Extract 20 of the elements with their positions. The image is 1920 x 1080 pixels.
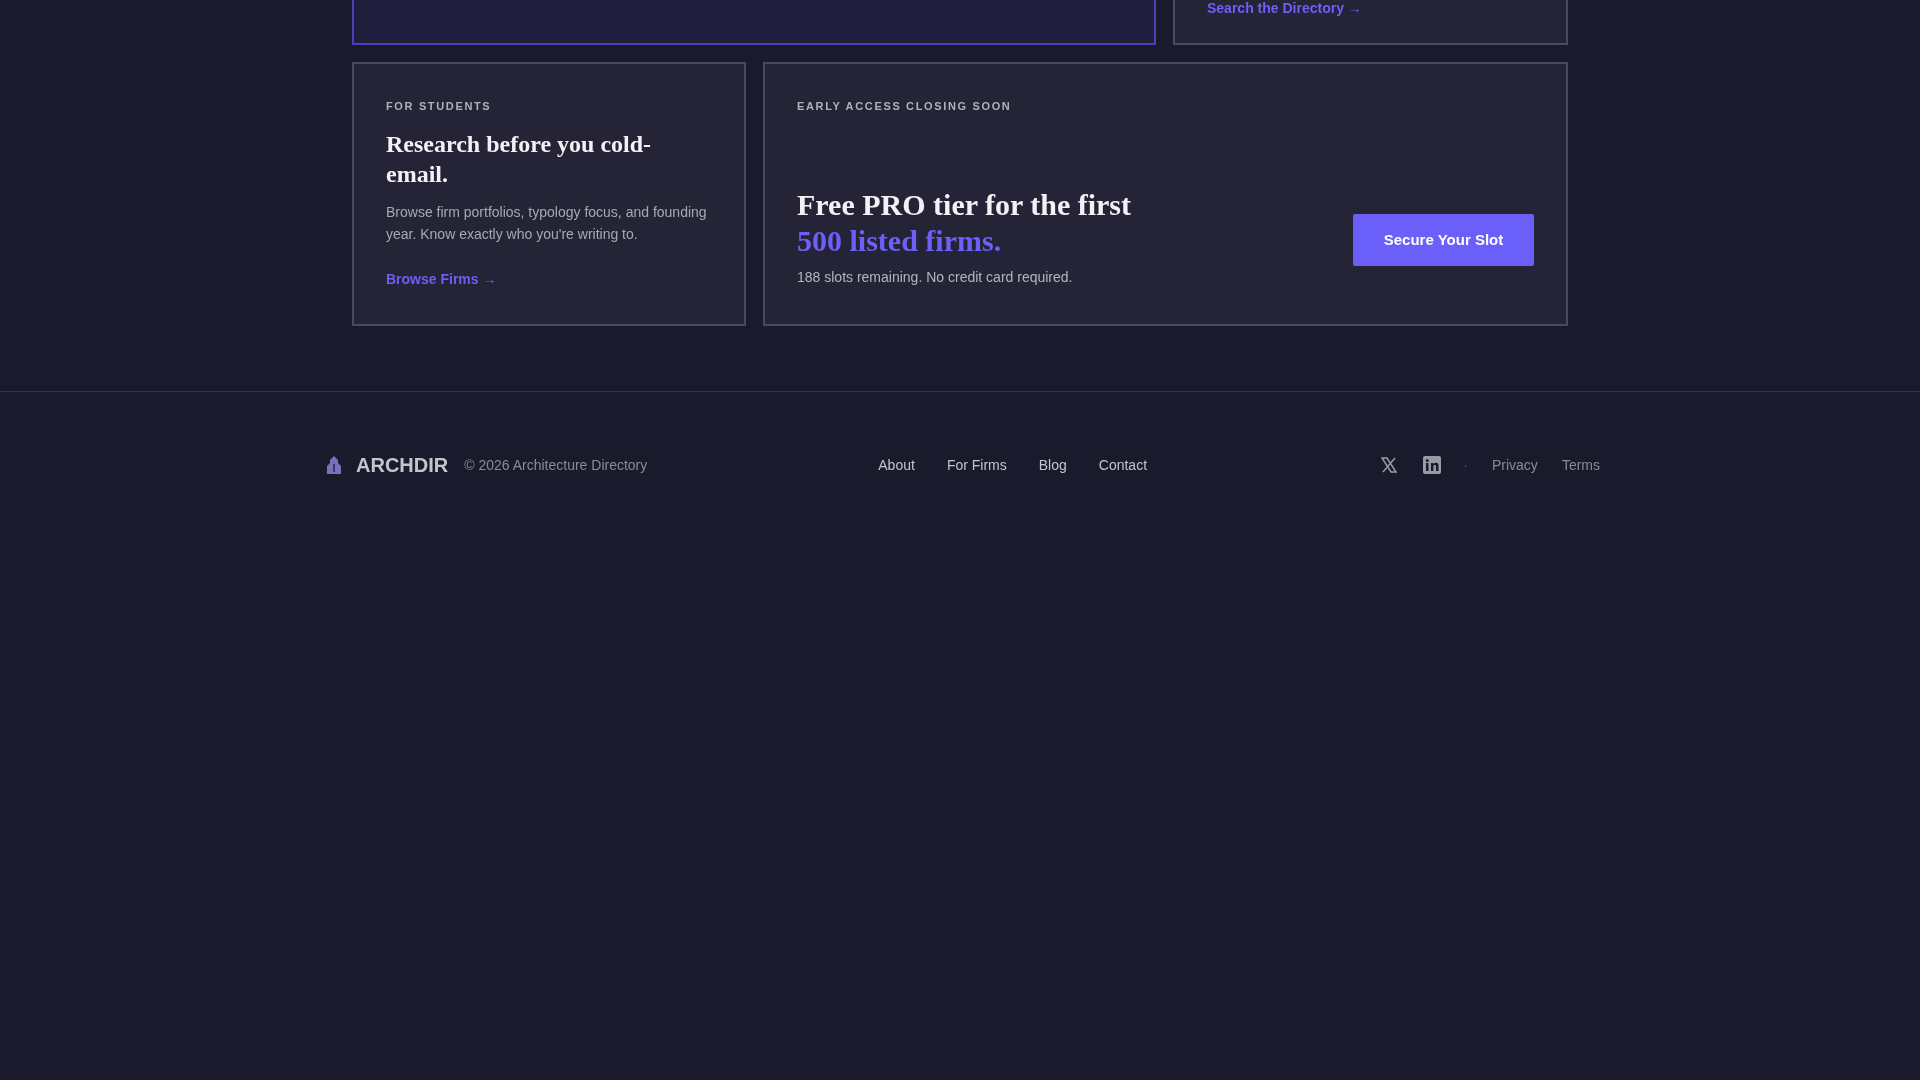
x-icon[interactable] bbox=[1381, 457, 1398, 473]
footer-nav-link[interactable]: Blog bbox=[1038, 454, 1067, 476]
card-heading: Research before you cold-email. bbox=[386, 129, 653, 189]
separator-dot: · bbox=[1463, 455, 1468, 475]
secure-slot-button[interactable]: Secure Your Slot bbox=[1353, 214, 1534, 266]
linkedin-icon[interactable] bbox=[1423, 456, 1442, 474]
promo-headline: Free PRO tier for the first bbox=[797, 186, 1132, 223]
building-icon bbox=[326, 455, 342, 475]
card-description: Browse firm portfolios, typology focus, and founding year. Know exactly who you're writing to. bbox=[386, 202, 708, 244]
brand-name[interactable]: ARCHDIR bbox=[356, 450, 449, 480]
promo-headline-accent: 500 listed firms. bbox=[797, 222, 1002, 259]
legal-link[interactable]: Privacy bbox=[1491, 454, 1538, 476]
eyebrow-label: EARLY ACCESS CLOSING SOON bbox=[797, 99, 1012, 114]
footer-nav-link[interactable]: For Firms bbox=[946, 454, 1007, 476]
eyebrow-label: FOR STUDENTS bbox=[386, 99, 492, 114]
copyright-text: © 2026 Architecture Directory bbox=[464, 455, 648, 475]
promo-note: 188 slots remaining. No credit card required. bbox=[797, 267, 1073, 287]
footer-nav-link[interactable]: Contact bbox=[1098, 454, 1148, 476]
footer-nav-link[interactable]: About bbox=[878, 454, 915, 476]
legal-link[interactable]: Terms bbox=[1561, 454, 1600, 476]
